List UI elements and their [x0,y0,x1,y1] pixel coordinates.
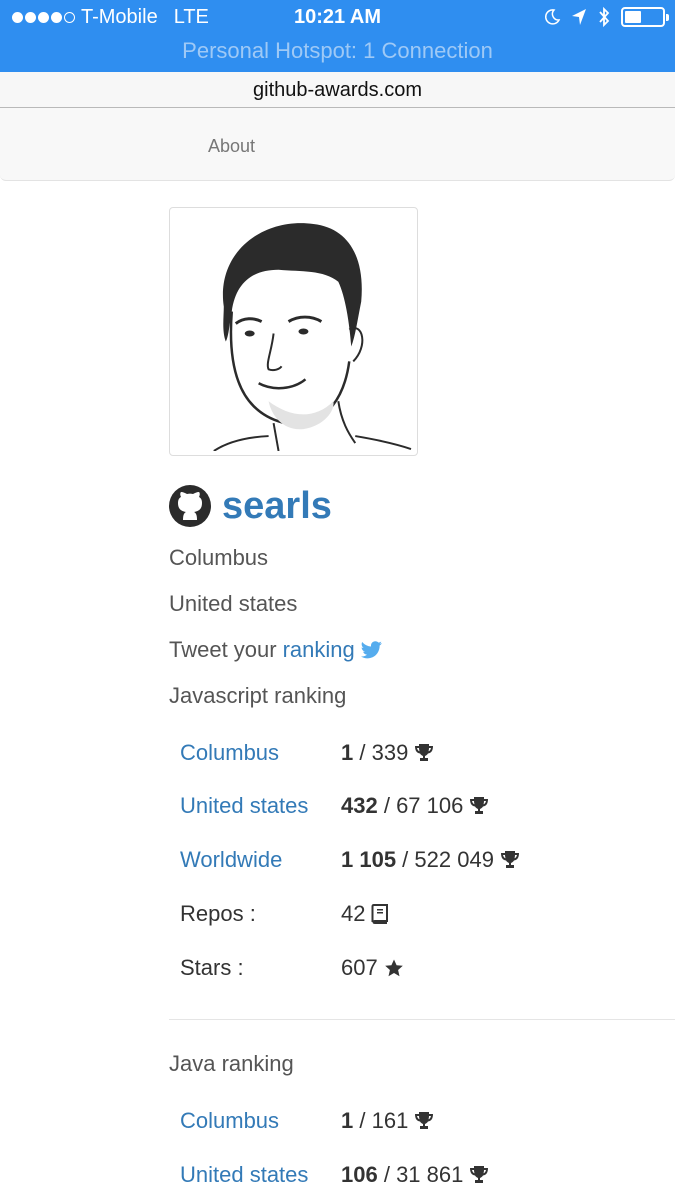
address-bar[interactable]: github-awards.com [0,72,675,108]
java-rank-city-link[interactable]: Columbus [180,1108,279,1134]
book-icon [371,904,389,924]
js-rank-row-world: Worldwide 1 105 / 522 049 [180,847,660,877]
avatar-illustration [174,212,413,451]
js-rank-world-link[interactable]: Worldwide [180,847,282,873]
tweet-ranking: Tweet your ranking [169,637,383,663]
nav-about-link[interactable]: About [208,136,255,157]
rank-total: 67 106 [396,793,464,818]
profile-city: Columbus [169,545,269,570]
stars-label: Stars : [180,955,244,980]
rank-total: 339 [371,740,409,765]
site-navbar: About [0,108,675,181]
js-repos-row: Repos : 42 [180,901,660,931]
js-rank-country-link[interactable]: United states [180,793,308,819]
js-rank-city-value: 1 / 339 [341,740,434,766]
status-bar: T-Mobile LTE 10:21 AM Personal Hotspot: … [0,0,675,72]
rank-position: 106 [341,1162,378,1187]
stars-value-wrap: 607 [341,955,404,981]
java-ranking-title: Java ranking [169,1051,294,1076]
battery-icon [621,7,669,27]
java-rank-row-city: Columbus 1 / 161 [180,1108,660,1138]
trophy-icon [500,851,519,868]
java-rank-row-country: United states 106 / 31 861 [180,1162,660,1192]
javascript-ranking-title: Javascript ranking [169,683,347,708]
repos-value-wrap: 42 [341,901,389,927]
username-heading: searls [168,484,332,528]
twitter-icon[interactable] [360,640,383,660]
repos-label: Repos : [180,901,256,926]
js-rank-world-value: 1 105 / 522 049 [341,847,520,873]
location-arrow-icon [572,9,586,25]
star-icon [384,959,403,977]
moon-icon [544,9,561,25]
rank-position: 432 [341,793,378,818]
bluetooth-icon [599,6,610,28]
github-icon [169,485,211,527]
rank-position: 1 105 [341,847,397,872]
js-stars-row: Stars : 607 [180,955,660,985]
java-rank-country-value: 106 / 31 861 [341,1162,489,1188]
profile-country: United states [169,591,298,616]
trophy-icon [415,1112,434,1129]
rank-position: 1 [341,740,354,765]
rank-position: 1 [341,1108,354,1133]
rank-total: 31 861 [396,1162,464,1187]
java-rank-country-link[interactable]: United states [180,1162,308,1188]
hotspot-banner[interactable]: Personal Hotspot: 1 Connection [0,38,675,64]
username-link[interactable]: searls [222,485,332,528]
rank-total: 161 [371,1108,409,1133]
tweet-ranking-link[interactable]: ranking [283,637,355,663]
rank-total: 522 049 [414,847,494,872]
js-rank-city-link[interactable]: Columbus [180,740,279,766]
js-rank-row-city: Columbus 1 / 339 [180,740,660,770]
section-divider [169,1019,675,1020]
js-rank-row-country: United states 432 / 67 106 [180,793,660,823]
avatar [169,207,418,456]
trophy-icon [470,797,489,814]
status-icons [543,6,669,28]
java-rank-city-value: 1 / 161 [341,1108,434,1134]
stars-value: 607 [341,955,378,980]
trophy-icon [470,1166,489,1183]
repos-value: 42 [341,901,366,926]
tweet-prefix: Tweet your [169,637,277,662]
trophy-icon [415,744,434,761]
js-rank-country-value: 432 / 67 106 [341,793,489,819]
